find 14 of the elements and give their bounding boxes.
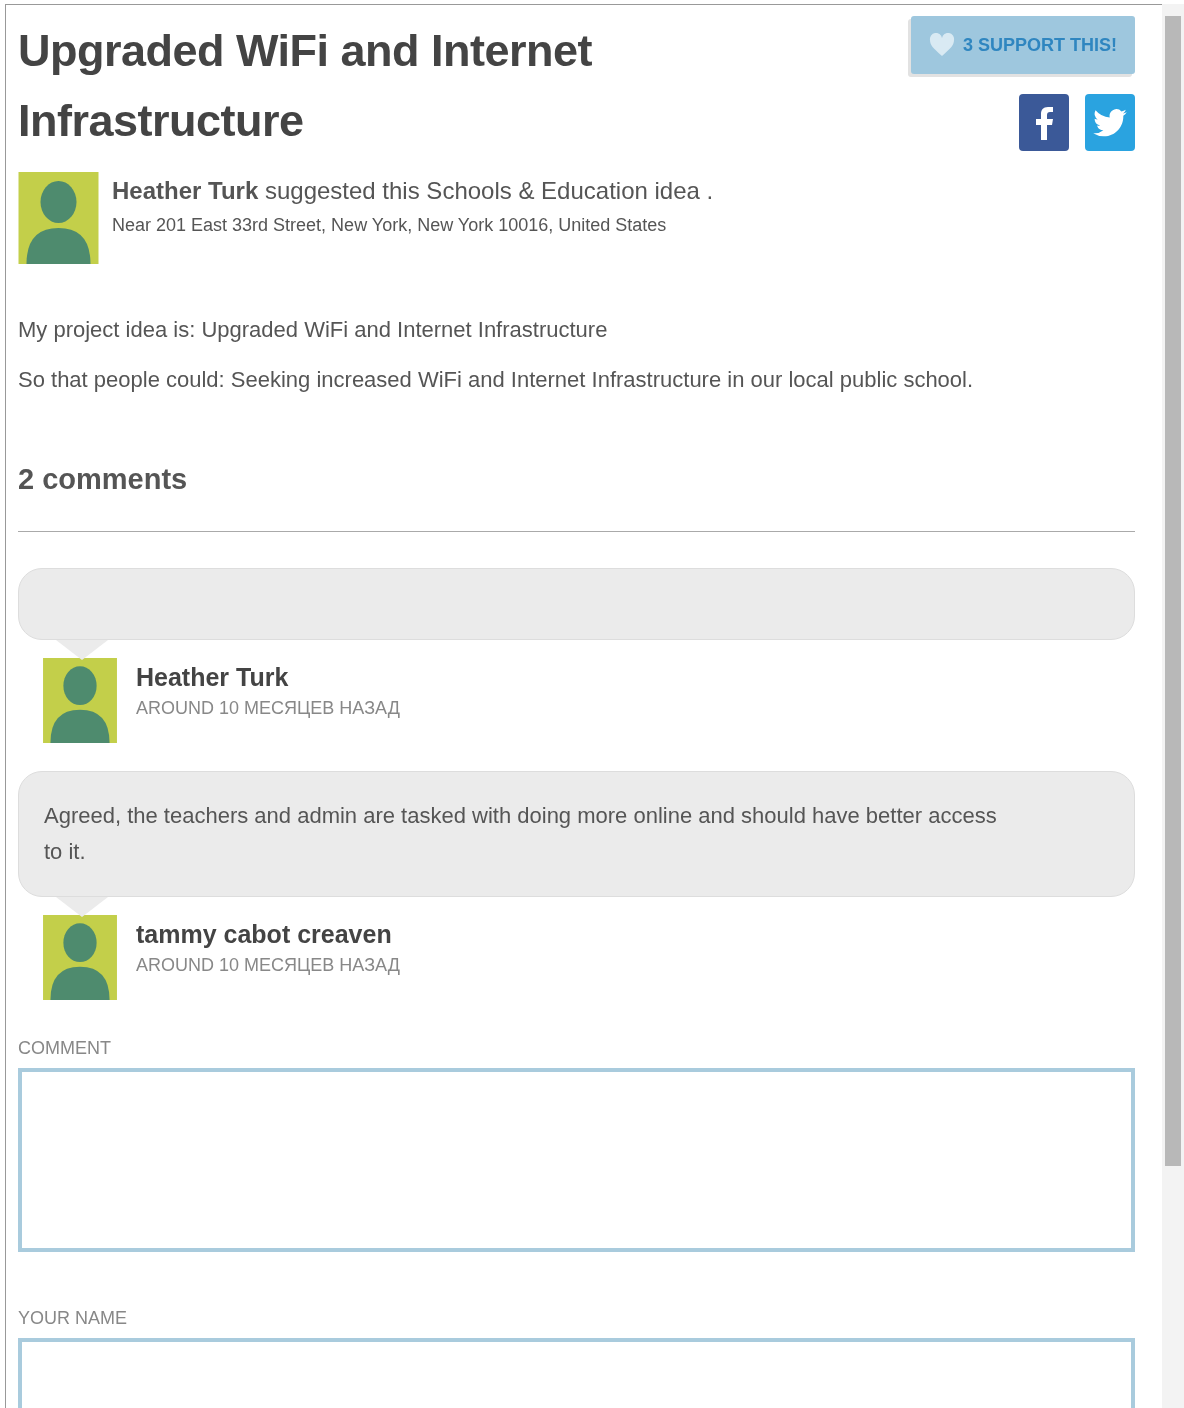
comment-author: Heather Turk bbox=[136, 662, 290, 693]
page-title: Upgraded WiFi and Internet Infrastructure bbox=[18, 24, 594, 148]
comment-author: tammy cabot creaven bbox=[136, 919, 393, 950]
field-label: YOUR NAME bbox=[18, 1307, 128, 1330]
comment-text: Agreed, the teachers and admin are tasked with doing more online and should have better access to it. bbox=[44, 802, 998, 866]
author-line: Heather Turk suggested this Schools & Education idea . bbox=[112, 176, 714, 206]
field-label: COMMENT bbox=[18, 1037, 112, 1060]
location-text: Near 201 East 33rd Street, New York, New York 10016, United States bbox=[112, 214, 668, 237]
description-text: So that people could: Seeking increased WiFi and Internet Infrastructure in our local public school. bbox=[18, 366, 975, 394]
support-button[interactable]: 3 SUPPORT THIS! bbox=[910, 16, 1135, 74]
comment-time: AROUND 10 МЕСЯЦЕВ НАЗАД bbox=[136, 954, 400, 977]
description-text: My project idea is: Upgraded WiFi and Internet Infrastructure bbox=[18, 316, 609, 344]
comment-time: AROUND 10 МЕСЯЦЕВ НАЗАД bbox=[136, 697, 400, 720]
comments-heading: 2 comments bbox=[18, 462, 189, 497]
